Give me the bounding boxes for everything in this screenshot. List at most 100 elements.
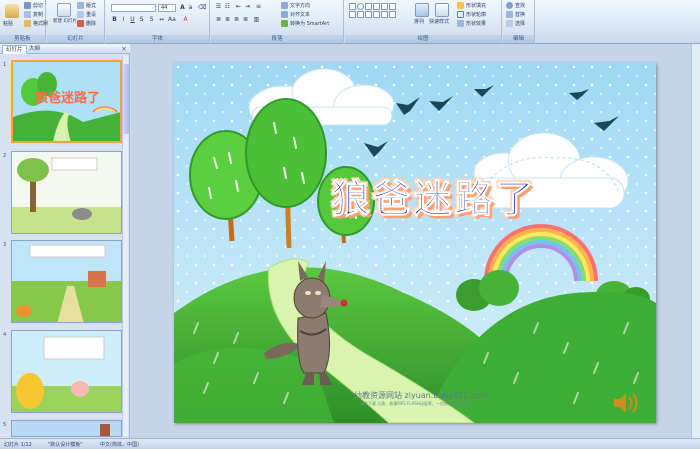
fill-icon [457, 2, 464, 9]
thumb-number: 3 [3, 242, 7, 248]
spacing-icon[interactable]: ↔ [158, 16, 165, 23]
strike-icon[interactable]: S [138, 16, 145, 23]
drawing-group: 排列 快速样式 形状填充 形状轮廓 形状效果 绘图 [345, 0, 502, 44]
shape-fill-button[interactable]: 形状填充 [457, 2, 486, 9]
new-slide-button[interactable]: 新建 幻灯片 [53, 18, 77, 24]
thumbnail-4-art [12, 331, 121, 412]
smartart-button[interactable]: 转换为 SmartArt [281, 20, 329, 27]
effects-icon [457, 20, 464, 27]
indent-decrease-icon[interactable]: ⇤ [235, 3, 242, 10]
thumbnail-3-art [12, 241, 121, 322]
align-center-icon[interactable]: ≣ [224, 16, 231, 23]
thumb-number: 2 [3, 153, 7, 159]
format-painter-button[interactable]: 格式刷 [24, 20, 48, 27]
panel-scroll-thumb[interactable] [123, 64, 129, 134]
language-status[interactable]: 中文(简体，中国) [100, 441, 139, 448]
text-direction-button[interactable]: 文字方向 [281, 2, 310, 9]
bullets-icon[interactable]: ☰ [215, 3, 222, 10]
panel-scrollbar[interactable] [122, 56, 129, 436]
canvas-scrollbar[interactable] [691, 44, 700, 438]
align-left-icon[interactable]: ≣ [215, 16, 222, 23]
clear-format-icon[interactable]: ⌫ [198, 4, 206, 11]
select-icon [506, 20, 513, 27]
shape-more-icon[interactable] [389, 11, 396, 18]
indent-increase-icon[interactable]: ⇥ [244, 3, 251, 10]
cut-button[interactable]: 剪切 [24, 2, 43, 9]
new-slide-icon[interactable] [57, 3, 71, 17]
slide-thumbnail-2[interactable] [11, 151, 122, 234]
case-icon[interactable]: Aa [168, 16, 176, 23]
font-color-icon[interactable]: A [182, 16, 189, 23]
replace-button[interactable]: 替换 [506, 11, 525, 18]
tab-outline[interactable]: 大纲 [26, 45, 43, 54]
editing-label: 编辑 [503, 35, 534, 43]
slide-thumbnail-4[interactable] [11, 330, 122, 413]
quick-styles-icon[interactable] [435, 3, 449, 17]
clipboard-group: 粘贴 剪切 复制 格式刷 剪贴板 [0, 0, 48, 44]
slide-title[interactable]: 狼爸迷路了 [274, 168, 594, 223]
arrange-button[interactable]: 排列 [414, 18, 424, 25]
columns-icon[interactable]: ▥ [253, 16, 260, 23]
font-name-input[interactable] [111, 4, 156, 12]
find-icon [506, 2, 513, 9]
shape-outline-button[interactable]: 形状轮廓 [457, 11, 486, 18]
align-right-icon[interactable]: ≣ [233, 16, 240, 23]
shape-arrow-icon[interactable] [373, 3, 380, 10]
layout-icon [77, 2, 84, 9]
status-bar: 幻灯片 1/12 "默认设计模板" 中文(简体，中国) [0, 438, 700, 449]
slides-group: 新建 幻灯片 版式 重设 删除 幻灯片 [47, 0, 105, 44]
footer-subtitle: 课件下载 儿歌、故事MP3 FLASH动画等，一应俱全的幼教资源 [360, 401, 472, 406]
shape-star-icon[interactable] [389, 3, 396, 10]
shape-triangle-icon[interactable] [381, 3, 388, 10]
delete-icon [77, 20, 84, 27]
reset-button[interactable]: 重设 [77, 11, 96, 18]
clipboard-label: 剪贴板 [0, 35, 45, 43]
current-slide[interactable]: 狼爸迷路了 幼教资源网站 ziyuan.baby611.com 课件下载 儿歌、… [174, 63, 656, 423]
shape-rect-icon[interactable] [349, 3, 356, 10]
slide-thumbnail-3[interactable] [11, 240, 122, 323]
shape-brace-icon[interactable] [357, 11, 364, 18]
justify-icon[interactable]: ≣ [242, 16, 249, 23]
outline-icon [457, 11, 464, 18]
slide-artwork [174, 63, 656, 423]
line-spacing-icon[interactable]: ≡ [255, 3, 262, 10]
shape-callout-icon[interactable] [349, 11, 356, 18]
slide-thumbnail-1[interactable]: 狼爸迷路了 [11, 60, 122, 143]
shape-oval-icon[interactable] [357, 3, 364, 10]
grow-font-icon[interactable]: A [179, 4, 186, 11]
numbering-icon[interactable]: ☷ [224, 3, 231, 10]
thumbnail-1-title: 狼爸迷路了 [34, 90, 100, 106]
smartart-icon [281, 20, 288, 27]
font-label: 字体 [106, 35, 209, 43]
find-button[interactable]: 查找 [506, 2, 525, 9]
shape-curve-icon[interactable] [365, 11, 372, 18]
italic-icon[interactable]: I [120, 16, 127, 23]
shape-heart-icon[interactable] [381, 11, 388, 18]
slide-panel: 幻灯片 大纲 × 1 狼爸迷路了 2 3 4 5 [0, 44, 130, 438]
quick-styles-button[interactable]: 快速样式 [429, 18, 449, 25]
arrange-icon[interactable] [415, 3, 429, 17]
paste-button[interactable]: 粘贴 [3, 20, 13, 27]
paste-icon[interactable] [5, 4, 19, 18]
tab-slides[interactable]: 幻灯片 [2, 45, 27, 54]
underline-icon[interactable]: U [129, 16, 136, 23]
shape-cloud-icon[interactable] [373, 11, 380, 18]
font-size-input[interactable]: 44 [158, 4, 176, 12]
ribbon: 粘贴 剪切 复制 格式刷 剪贴板 新建 幻灯片 版式 重设 删除 幻灯片 44 … [0, 0, 700, 44]
bold-icon[interactable]: B [111, 16, 118, 23]
copy-button[interactable]: 复制 [24, 11, 43, 18]
slide-thumbnail-5[interactable] [11, 420, 122, 437]
align-text-button[interactable]: 对齐文本 [281, 11, 310, 18]
text-direction-icon [281, 2, 288, 9]
footer-site: 幼教资源网站 ziyuan.baby611.com [354, 391, 488, 400]
thumbnail-2-art [12, 152, 121, 233]
layout-button[interactable]: 版式 [77, 2, 96, 9]
shape-effects-button[interactable]: 形状效果 [457, 20, 486, 27]
shadow-icon[interactable]: S [148, 16, 155, 23]
select-button[interactable]: 选择 [506, 20, 525, 27]
shrink-font-icon[interactable]: a [187, 4, 194, 11]
editing-group: 查找 替换 选择 编辑 [503, 0, 535, 44]
close-icon[interactable]: × [121, 45, 127, 53]
delete-slide-button[interactable]: 删除 [77, 20, 96, 27]
shape-line-icon[interactable] [365, 3, 372, 10]
